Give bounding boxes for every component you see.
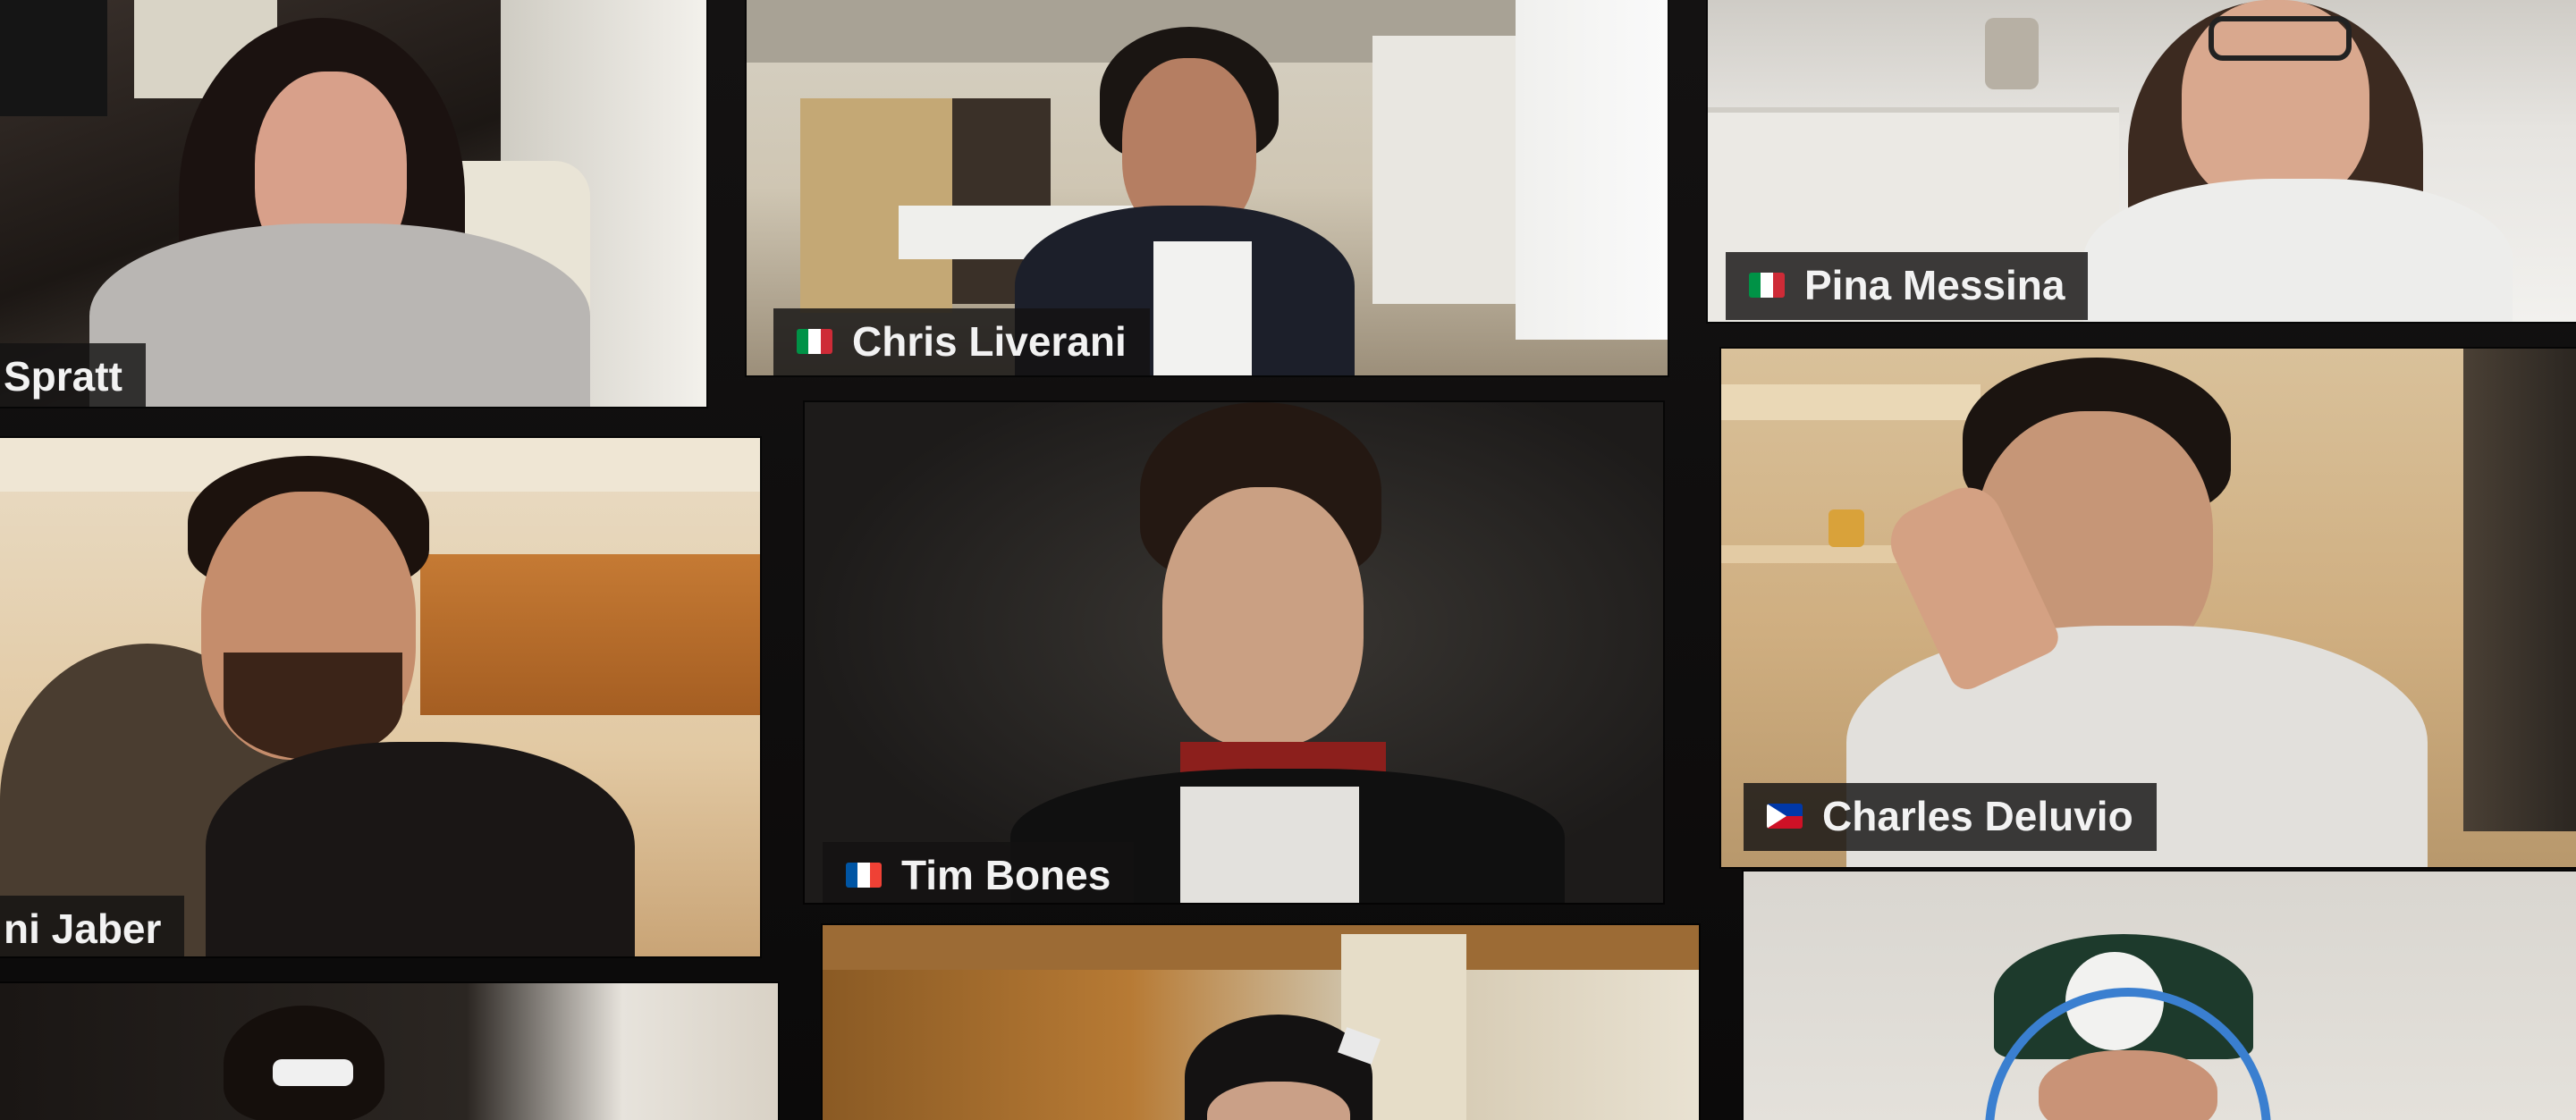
france-flag-icon [846, 863, 882, 888]
participant-name-tag: Charles Deluvio [1744, 783, 2157, 851]
participant-tile[interactable]: Pina Messina [1708, 0, 2576, 322]
participant-name-tag: Tim Bones [823, 842, 1135, 903]
participant-name: Tim Bones [901, 852, 1111, 898]
philippines-flag-icon [1767, 804, 1803, 829]
participant-name-tag: Pina Messina [1726, 252, 2089, 320]
participant-name: ni Jaber [4, 905, 162, 952]
participant-tile[interactable]: Spratt [0, 0, 706, 407]
participant-tile[interactable]: ni Jaber [0, 438, 760, 956]
participant-tile[interactable]: Tim Bones [805, 402, 1663, 903]
video-feed [805, 402, 1663, 903]
participant-name: Chris Liverani [852, 318, 1127, 365]
participant-tile[interactable]: Charles Deluvio [1721, 349, 2576, 867]
participant-name: Spratt [4, 353, 122, 400]
video-feed [823, 925, 1699, 1120]
participant-tile[interactable] [0, 983, 778, 1120]
participant-tile[interactable] [823, 925, 1699, 1120]
participant-tile[interactable]: Chris Liverani [747, 0, 1668, 375]
video-feed [0, 983, 778, 1120]
participant-name: Charles Deluvio [1822, 793, 2133, 839]
participant-tile[interactable] [1744, 872, 2576, 1120]
participant-name-tag: Chris Liverani [773, 308, 1150, 375]
italy-flag-icon [1749, 273, 1785, 298]
participant-name: Pina Messina [1804, 262, 2065, 308]
video-feed [0, 438, 760, 956]
participant-name-tag: ni Jaber [0, 896, 185, 956]
participant-name-tag: Spratt [0, 343, 146, 407]
video-call-gallery: Spratt Chris Liverani Pina Messina ni Ja… [0, 0, 2576, 1120]
italy-flag-icon [797, 329, 832, 354]
video-feed [1744, 872, 2576, 1120]
